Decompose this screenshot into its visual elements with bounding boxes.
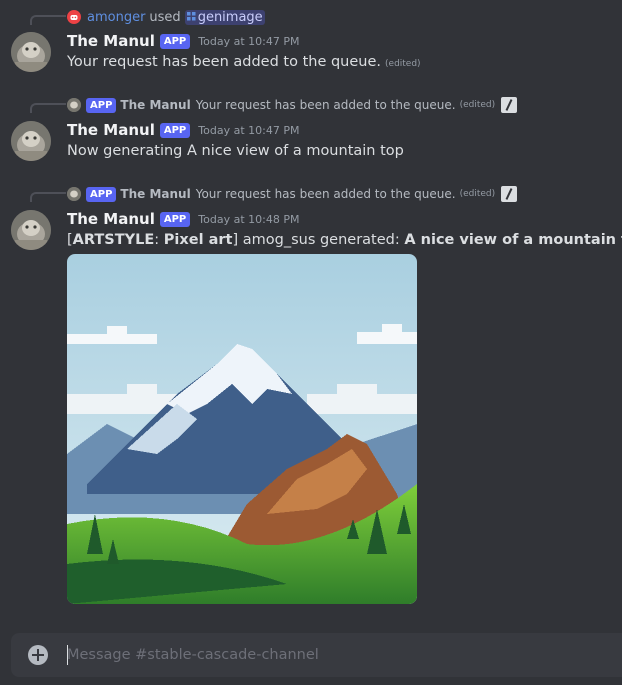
- reply-connector: [30, 15, 66, 25]
- slash-command[interactable]: genimage: [184, 9, 265, 25]
- used-label: used: [149, 9, 181, 25]
- command-name: genimage: [197, 9, 263, 25]
- reply-author[interactable]: The Manul: [120, 98, 190, 112]
- slash-command-icon: [501, 97, 518, 113]
- message-header: The Manul APP Today at 10:47 PM: [67, 121, 299, 139]
- slash-command-icon: [501, 186, 518, 202]
- app-badge: APP: [86, 97, 117, 113]
- username[interactable]: The Manul: [67, 210, 155, 228]
- app-badge: APP: [159, 211, 191, 227]
- timestamp[interactable]: Today at 10:48 PM: [198, 213, 299, 226]
- app-badge: APP: [159, 122, 191, 138]
- reply-text[interactable]: Your request has been added to the queue…: [196, 98, 456, 112]
- manul-avatar-icon: [11, 32, 51, 72]
- message-text: Now generating A nice view of a mountain…: [67, 143, 404, 159]
- timestamp[interactable]: Today at 10:47 PM: [198, 35, 299, 48]
- reply-text[interactable]: Your request has been added to the queue…: [196, 187, 456, 201]
- user-generated-text: amog_sus generated:: [242, 232, 400, 248]
- avatar[interactable]: [11, 210, 51, 250]
- app-badge: APP: [159, 33, 191, 49]
- avatar[interactable]: [11, 121, 51, 161]
- edited-label: (edited): [459, 189, 496, 199]
- timestamp[interactable]: Today at 10:47 PM: [198, 124, 299, 137]
- username[interactable]: The Manul: [67, 121, 155, 139]
- message-content: [ARTSTYLE: Pixel art] amog_sus generated…: [67, 232, 622, 248]
- message-text: Your request has been added to the queue…: [67, 54, 382, 70]
- reply-avatar: [67, 98, 81, 112]
- mountain-image-icon: [67, 254, 417, 604]
- manul-avatar-icon: [67, 187, 81, 201]
- command-user[interactable]: amonger: [87, 10, 145, 25]
- manul-avatar-icon: [11, 210, 51, 250]
- app-badge: APP: [86, 186, 117, 202]
- reply-preview[interactable]: APP The Manul Your request has been adde…: [67, 186, 518, 202]
- generated-image[interactable]: [67, 254, 417, 604]
- message-input[interactable]: [67, 633, 607, 677]
- reply-author[interactable]: The Manul: [120, 187, 190, 201]
- username[interactable]: The Manul: [67, 32, 155, 50]
- manul-avatar-icon: [11, 121, 51, 161]
- label-colon: :: [154, 232, 160, 248]
- prompt-text: A nice view of a mountain top: [404, 232, 622, 248]
- manul-avatar-icon: [67, 98, 81, 112]
- reply-avatar: [67, 187, 81, 201]
- message-content: Now generating A nice view of a mountain…: [67, 143, 404, 159]
- add-attachment-button[interactable]: [28, 645, 48, 665]
- discord-icon: [67, 10, 81, 24]
- artstyle-label: ARTSTYLE: [72, 232, 155, 248]
- text-caret: [67, 645, 68, 665]
- message-header: The Manul APP Today at 10:48 PM: [67, 210, 299, 228]
- artstyle-value: Pixel art: [163, 232, 233, 248]
- reply-preview[interactable]: APP The Manul Your request has been adde…: [67, 97, 518, 113]
- command-grid-icon: [186, 11, 196, 20]
- reply-connector: [30, 192, 66, 202]
- message-header: The Manul APP Today at 10:47 PM: [67, 32, 299, 50]
- avatar[interactable]: [11, 32, 51, 72]
- edited-label: (edited): [459, 100, 496, 110]
- message-content: Your request has been added to the queue…: [67, 54, 421, 70]
- reply-connector: [30, 103, 66, 113]
- edited-label: (edited): [385, 59, 421, 69]
- message-composer: [11, 633, 622, 677]
- command-reply-row[interactable]: amonger used genimage: [67, 9, 265, 25]
- close-bracket: ]: [232, 232, 239, 248]
